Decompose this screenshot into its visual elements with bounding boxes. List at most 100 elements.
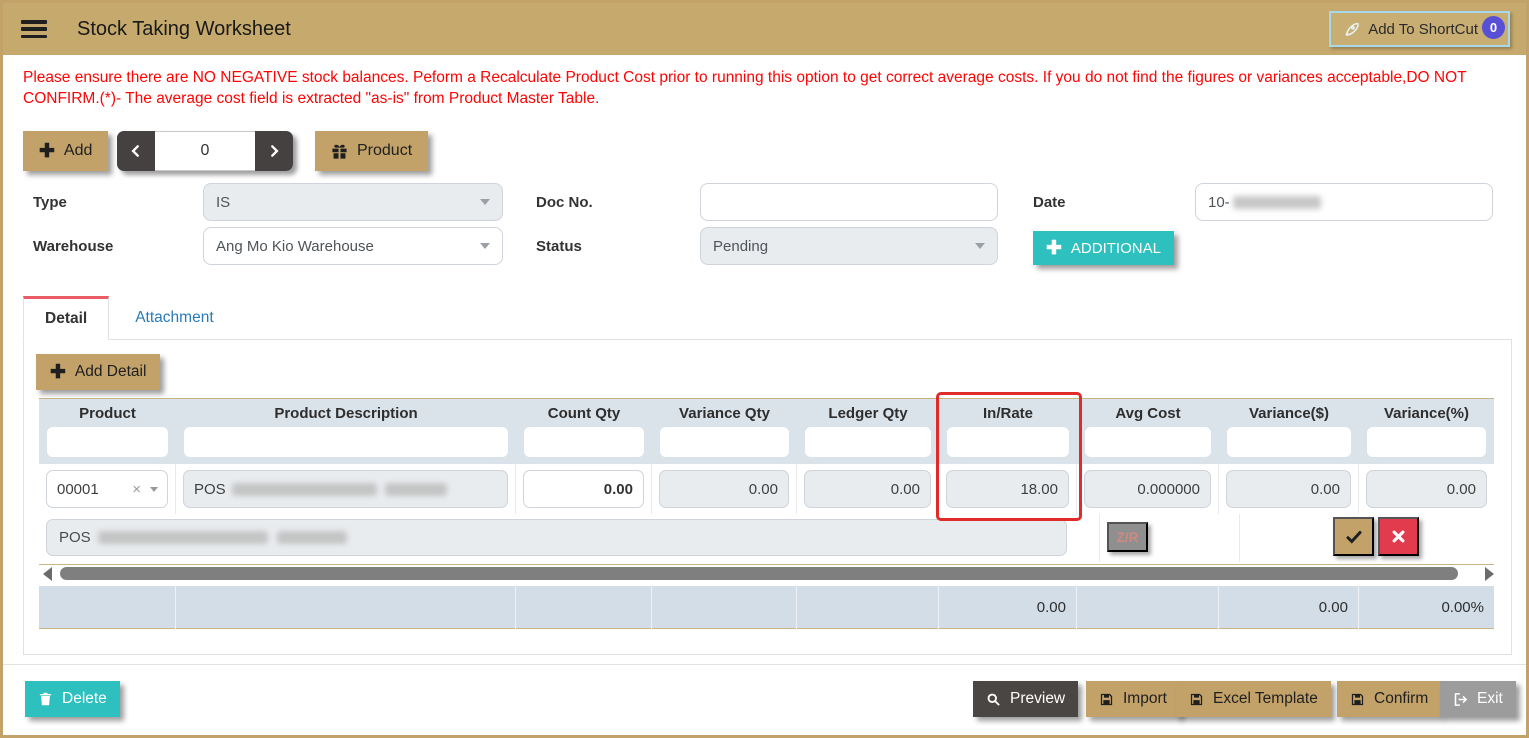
column-header-count-qty: Count Qty bbox=[516, 405, 652, 422]
filter-description-input[interactable] bbox=[184, 427, 508, 457]
preview-button-label: Preview bbox=[1010, 690, 1065, 708]
table-header: Product Product Description Count Qty Va… bbox=[39, 398, 1494, 464]
previous-record-button[interactable] bbox=[117, 131, 155, 171]
filter-variance-pct-input[interactable] bbox=[1367, 427, 1486, 457]
shortcut-count-badge: 0 bbox=[1482, 16, 1505, 39]
confirm-row-button[interactable] bbox=[1333, 517, 1374, 556]
column-header-variance-qty: Variance Qty bbox=[652, 405, 797, 422]
filter-count-qty-input[interactable] bbox=[524, 427, 644, 457]
variance-amt-field: 0.00 bbox=[1226, 470, 1351, 508]
date-label: Date bbox=[1033, 194, 1066, 211]
detail-panel: ✚ Add Detail Product Product Description… bbox=[23, 339, 1512, 655]
column-header-in-rate: In/Rate bbox=[939, 405, 1077, 422]
footer-divider bbox=[3, 664, 1526, 665]
scroll-left-icon[interactable] bbox=[43, 567, 52, 581]
warehouse-value: Ang Mo Kio Warehouse bbox=[216, 238, 374, 255]
scrollbar-thumb[interactable] bbox=[60, 567, 1458, 580]
save-icon bbox=[1099, 692, 1114, 707]
column-header-variance-amt: Variance($) bbox=[1219, 405, 1359, 422]
product-button-label: Product bbox=[357, 142, 412, 160]
delete-row-button[interactable] bbox=[1378, 517, 1419, 556]
excel-template-button[interactable]: Excel Template bbox=[1176, 681, 1331, 717]
column-header-avg-cost: Avg Cost bbox=[1077, 405, 1219, 422]
filter-variance-amt-input[interactable] bbox=[1227, 427, 1351, 457]
scrollbar-track[interactable] bbox=[60, 567, 1479, 580]
check-icon bbox=[1345, 528, 1363, 546]
summary-row: 0.00 0.00 0.00% bbox=[39, 586, 1494, 629]
additional-button[interactable]: ✚ ADDITIONAL bbox=[1033, 231, 1174, 265]
product-button[interactable]: Product bbox=[315, 131, 428, 171]
add-detail-button[interactable]: ✚ Add Detail bbox=[36, 354, 160, 390]
description-prefix: POS bbox=[194, 481, 226, 498]
tab-attachment-label: Attachment bbox=[135, 309, 213, 327]
tab-detail[interactable]: Detail bbox=[23, 296, 109, 340]
column-header-description: Product Description bbox=[176, 405, 516, 422]
warehouse-label: Warehouse bbox=[33, 238, 113, 255]
doc-no-input[interactable] bbox=[700, 183, 998, 221]
add-button-label: Add bbox=[64, 142, 92, 160]
doc-no-label: Doc No. bbox=[536, 194, 593, 211]
column-header-variance-pct: Variance(%) bbox=[1359, 405, 1494, 422]
filter-product-input[interactable] bbox=[47, 427, 168, 457]
edit-description-field: POS bbox=[46, 519, 1067, 556]
type-select[interactable]: IS bbox=[203, 183, 503, 221]
confirm-button[interactable]: Confirm bbox=[1337, 681, 1441, 717]
tab-detail-label: Detail bbox=[45, 310, 87, 328]
date-value: 10- bbox=[1208, 194, 1230, 211]
table-edit-row: POS Z/R bbox=[39, 514, 1494, 562]
next-record-button[interactable] bbox=[255, 131, 293, 171]
product-code-value: 00001 bbox=[57, 481, 99, 498]
plus-icon: ✚ bbox=[1046, 239, 1062, 258]
record-number-input[interactable] bbox=[155, 131, 255, 171]
preview-button[interactable]: Preview bbox=[973, 681, 1078, 717]
exit-button-label: Exit bbox=[1477, 690, 1503, 708]
tab-bar: Detail Attachment bbox=[23, 296, 240, 340]
import-button-label: Import bbox=[1123, 690, 1167, 708]
delete-button-label: Delete bbox=[62, 690, 107, 708]
confirm-button-label: Confirm bbox=[1374, 690, 1428, 708]
excel-template-button-label: Excel Template bbox=[1213, 690, 1318, 708]
product-description-field: POS bbox=[183, 470, 508, 508]
type-value: IS bbox=[216, 194, 230, 211]
zero-rate-button[interactable]: Z/R bbox=[1107, 522, 1148, 552]
clear-icon[interactable]: × bbox=[132, 481, 141, 498]
count-qty-input[interactable]: 0.00 bbox=[523, 470, 644, 508]
add-to-shortcut-button[interactable]: Add To ShortCut 0 bbox=[1329, 11, 1510, 47]
tab-attachment[interactable]: Attachment bbox=[109, 296, 239, 340]
add-to-shortcut-label: Add To ShortCut bbox=[1368, 21, 1478, 38]
hamburger-menu-icon[interactable] bbox=[21, 20, 47, 38]
chevron-down-icon bbox=[975, 243, 985, 249]
delete-button[interactable]: Delete bbox=[25, 681, 120, 717]
save-icon bbox=[1189, 692, 1204, 707]
variance-pct-field: 0.00 bbox=[1366, 470, 1487, 508]
filter-avg-cost-input[interactable] bbox=[1085, 427, 1211, 457]
edit-description-prefix: POS bbox=[59, 529, 91, 546]
filter-ledger-qty-input[interactable] bbox=[805, 427, 931, 457]
redacted-date-text bbox=[1233, 196, 1321, 209]
status-select[interactable]: Pending bbox=[700, 227, 998, 265]
exit-button[interactable]: Exit bbox=[1440, 681, 1516, 717]
record-navigator bbox=[117, 131, 293, 171]
total-in-rate: 0.00 bbox=[939, 586, 1077, 629]
warehouse-select[interactable]: Ang Mo Kio Warehouse bbox=[203, 227, 503, 265]
total-variance-amt: 0.00 bbox=[1219, 586, 1359, 629]
stock-taking-worksheet-page: Stock Taking Worksheet Add To ShortCut 0… bbox=[0, 0, 1529, 738]
x-icon bbox=[1391, 529, 1406, 544]
date-input[interactable]: 10- bbox=[1195, 183, 1493, 221]
column-header-ledger-qty: Ledger Qty bbox=[797, 405, 939, 422]
scroll-right-icon[interactable] bbox=[1485, 567, 1494, 581]
total-variance-pct: 0.00% bbox=[1359, 586, 1494, 629]
add-button[interactable]: ✚ Add bbox=[23, 131, 108, 171]
additional-button-label: ADDITIONAL bbox=[1071, 240, 1161, 257]
trash-icon bbox=[38, 691, 53, 707]
filter-variance-qty-input[interactable] bbox=[660, 427, 789, 457]
plus-icon: ✚ bbox=[39, 142, 55, 161]
product-code-select[interactable]: 00001 × bbox=[46, 470, 168, 508]
app-bar: Stock Taking Worksheet Add To ShortCut 0 bbox=[3, 3, 1526, 55]
filter-in-rate-input[interactable] bbox=[947, 427, 1069, 457]
import-button[interactable]: Import bbox=[1086, 681, 1180, 717]
warning-message: Please ensure there are NO NEGATIVE stoc… bbox=[23, 67, 1508, 109]
avg-cost-field: 0.000000 bbox=[1084, 470, 1211, 508]
page-title: Stock Taking Worksheet bbox=[77, 18, 291, 41]
sign-out-icon bbox=[1453, 692, 1468, 707]
